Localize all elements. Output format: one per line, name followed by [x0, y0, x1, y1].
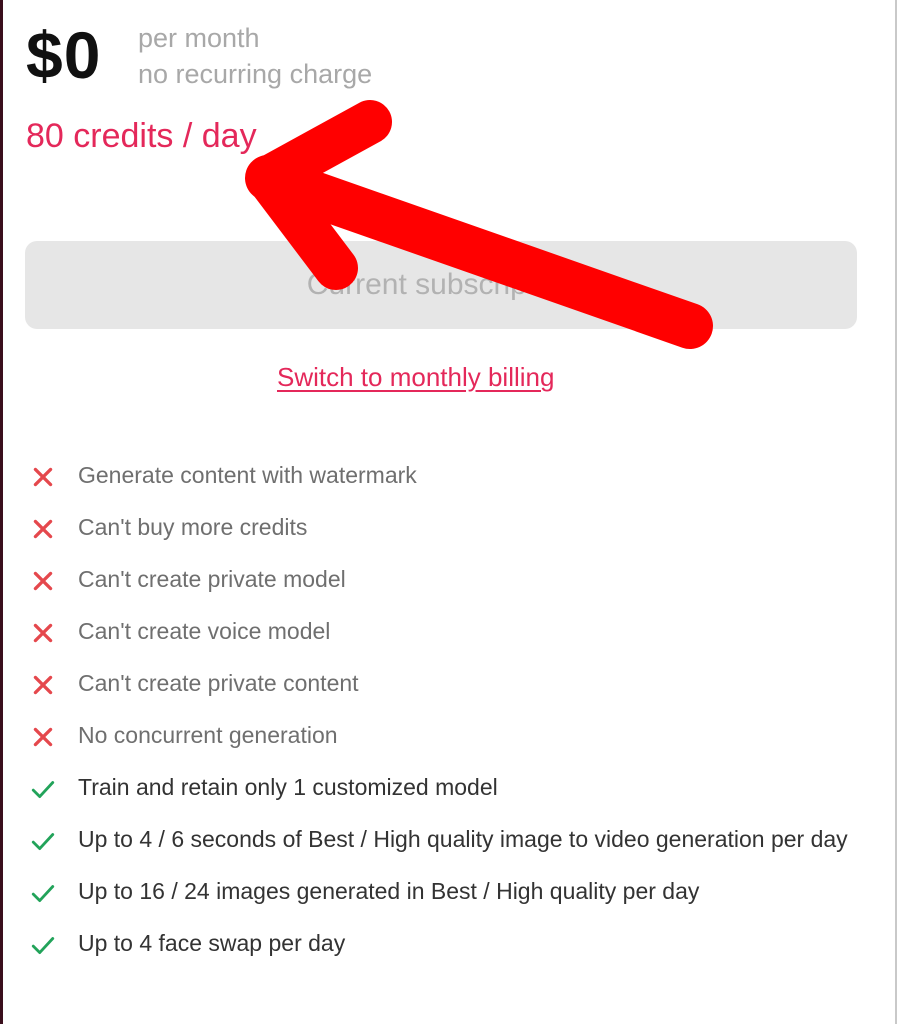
- feature-item: Can't create voice model: [24, 616, 864, 646]
- check-icon: [31, 781, 55, 798]
- feature-text: Up to 4 face swap per day: [78, 930, 346, 956]
- feature-item: Train and retain only 1 customized model: [24, 772, 864, 802]
- feature-text: Can't create private content: [78, 670, 359, 696]
- x-icon: [33, 675, 53, 695]
- feature-text: Train and retain only 1 customized model: [78, 774, 498, 800]
- feature-item: Up to 4 / 6 seconds of Best / High quali…: [24, 824, 864, 854]
- billing-period: per month no recurring charge: [138, 20, 372, 92]
- feature-item: No concurrent generation: [24, 720, 864, 750]
- feature-text: No concurrent generation: [78, 722, 338, 748]
- feature-list: Generate content with watermark Can't bu…: [24, 460, 864, 980]
- feature-text: Up to 16 / 24 images generated in Best /…: [78, 878, 700, 904]
- x-icon: [33, 571, 53, 591]
- period-no-recurring: no recurring charge: [138, 59, 373, 89]
- check-icon: [31, 885, 55, 902]
- feature-text: Generate content with watermark: [78, 462, 417, 488]
- x-icon: [33, 467, 53, 487]
- feature-text: Can't buy more credits: [78, 514, 308, 540]
- current-subscription-button[interactable]: Current subscription: [25, 241, 857, 329]
- left-border: [0, 0, 3, 1024]
- switch-to-monthly-billing-link[interactable]: Switch to monthly billing: [277, 362, 554, 393]
- feature-item: Up to 4 face swap per day: [24, 928, 864, 958]
- check-icon: [31, 937, 55, 954]
- check-icon: [31, 833, 55, 850]
- feature-item: Can't create private model: [24, 564, 864, 594]
- period-per-month: per month: [138, 23, 260, 53]
- daily-credits: 80 credits / day: [26, 117, 257, 155]
- pricing-card: $0 per month no recurring charge 80 cred…: [24, 0, 864, 1024]
- feature-item: Can't buy more credits: [24, 512, 864, 542]
- feature-item: Can't create private content: [24, 668, 864, 698]
- feature-item: Generate content with watermark: [24, 460, 864, 490]
- x-icon: [33, 623, 53, 643]
- feature-item: Up to 16 / 24 images generated in Best /…: [24, 876, 864, 906]
- x-icon: [33, 727, 53, 747]
- feature-text: Can't create voice model: [78, 618, 331, 644]
- feature-text: Can't create private model: [78, 566, 346, 592]
- x-icon: [33, 519, 53, 539]
- feature-text: Up to 4 / 6 seconds of Best / High quali…: [78, 826, 848, 852]
- plan-price: $0: [26, 18, 102, 92]
